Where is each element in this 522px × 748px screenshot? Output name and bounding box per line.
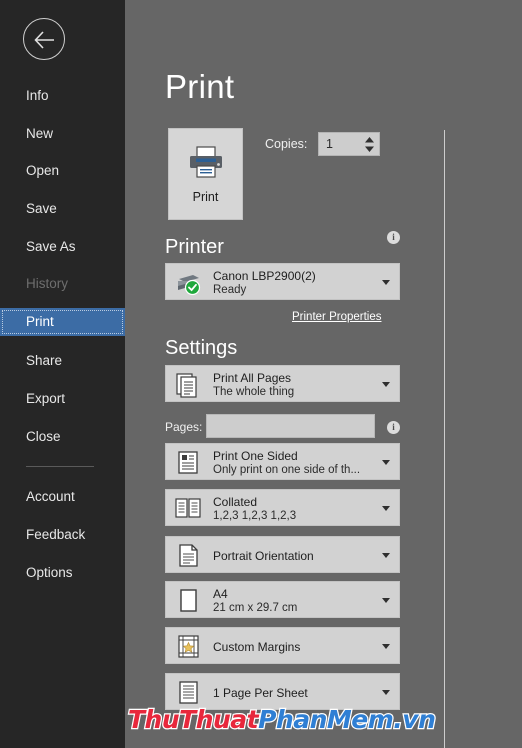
chevron-down-icon[interactable] (382, 644, 390, 649)
setting-primary-label: Portrait Orientation (213, 549, 314, 563)
margins-icon (178, 635, 199, 658)
printer-section-title: Printer (165, 236, 224, 258)
back-arrow-glyph (34, 31, 54, 49)
copies-increment-icon[interactable] (365, 137, 374, 143)
sidebar-item-account[interactable]: Account (0, 483, 125, 511)
pages-label: Pages: (165, 420, 203, 434)
setting-secondary-label: 1,2,3 1,2,3 1,2,3 (213, 510, 297, 522)
printer-selector[interactable]: Canon LBP2900(2) Ready (165, 263, 400, 300)
setting-paper-size[interactable]: A4 21 cm x 29.7 cm (165, 581, 400, 618)
pages-info-icon[interactable]: i (387, 421, 400, 434)
sidebar-item-history: History (26, 276, 69, 291)
sidebar-item-new[interactable]: New (0, 120, 125, 148)
watermark-part-3: .vn (392, 704, 437, 736)
backstage-sidebar: Info New Open Save Save As History Print… (0, 0, 125, 748)
copies-label: Copies: (265, 137, 308, 151)
setting-orientation[interactable]: Portrait Orientation (165, 536, 400, 573)
printer-name: Canon LBP2900(2) (213, 269, 316, 283)
panel-divider (444, 130, 445, 748)
setting-secondary-label: The whole thing (213, 386, 295, 398)
printer-properties-link[interactable]: Printer Properties (292, 311, 381, 323)
chevron-down-icon[interactable] (382, 460, 390, 465)
chevron-down-icon[interactable] (382, 690, 390, 695)
settings-section-title: Settings (165, 337, 238, 359)
setting-primary-label: A4 (213, 587, 228, 601)
setting-primary-label: Print All Pages (213, 371, 292, 385)
copies-input[interactable] (326, 137, 366, 151)
collated-icon (175, 498, 201, 518)
one-sided-icon (178, 451, 198, 474)
print-backstage-panel: Print Print Copies: Printer i (125, 0, 522, 748)
pages-per-sheet-icon (179, 681, 198, 704)
sidebar-item-info[interactable]: Info (0, 82, 125, 110)
sidebar-divider (26, 466, 94, 467)
printer-status: Ready (213, 284, 247, 296)
setting-collation[interactable]: Collated 1,2,3 1,2,3 1,2,3 (165, 489, 400, 526)
sidebar-item-save-as[interactable]: Save As (0, 233, 125, 261)
setting-sides[interactable]: Print One Sided Only print on one side o… (165, 443, 400, 480)
paper-icon (180, 589, 197, 612)
setting-margins[interactable]: Custom Margins (165, 627, 400, 664)
setting-secondary-label: 21 cm x 29.7 cm (213, 602, 298, 614)
setting-primary-label: Print One Sided (213, 449, 298, 463)
back-arrow-icon[interactable] (23, 18, 65, 60)
printer-icon (189, 146, 222, 178)
print-button[interactable]: Print (168, 128, 243, 220)
copies-stepper[interactable] (318, 132, 380, 156)
sidebar-item-save[interactable]: Save (0, 195, 125, 223)
chevron-down-icon[interactable] (382, 280, 390, 285)
chevron-down-icon[interactable] (382, 506, 390, 511)
chevron-down-icon[interactable] (382, 553, 390, 558)
chevron-down-icon[interactable] (382, 598, 390, 603)
sidebar-item-options[interactable]: Options (0, 559, 125, 587)
copies-decrement-icon[interactable] (365, 146, 374, 152)
sidebar-item-print[interactable]: Print (0, 308, 125, 336)
sidebar-item-close[interactable]: Close (0, 423, 125, 451)
portrait-icon (179, 544, 198, 567)
printer-info-icon[interactable]: i (387, 231, 400, 244)
setting-primary-label: Collated (213, 495, 258, 509)
print-button-label: Print (192, 190, 219, 204)
watermark: ThuThuatPhanMem.vn (127, 704, 437, 736)
sidebar-item-feedback[interactable]: Feedback (0, 521, 125, 549)
watermark-part-2: PhanMem (257, 704, 395, 736)
sidebar-item-share[interactable]: Share (0, 347, 125, 375)
chevron-down-icon[interactable] (382, 382, 390, 387)
setting-secondary-label: Only print on one side of th... (213, 464, 361, 476)
printer-status-icon (178, 275, 201, 296)
sidebar-item-export[interactable]: Export (0, 385, 125, 413)
page-title: Print (165, 68, 235, 105)
watermark-part-1: ThuThuat (127, 704, 260, 736)
setting-print-range[interactable]: Print All Pages The whole thing (165, 365, 400, 402)
pages-stack-icon (176, 373, 197, 398)
sidebar-item-open[interactable]: Open (0, 157, 125, 185)
setting-primary-label: 1 Page Per Sheet (213, 686, 308, 700)
setting-primary-label: Custom Margins (213, 640, 301, 654)
pages-input[interactable] (206, 414, 375, 438)
